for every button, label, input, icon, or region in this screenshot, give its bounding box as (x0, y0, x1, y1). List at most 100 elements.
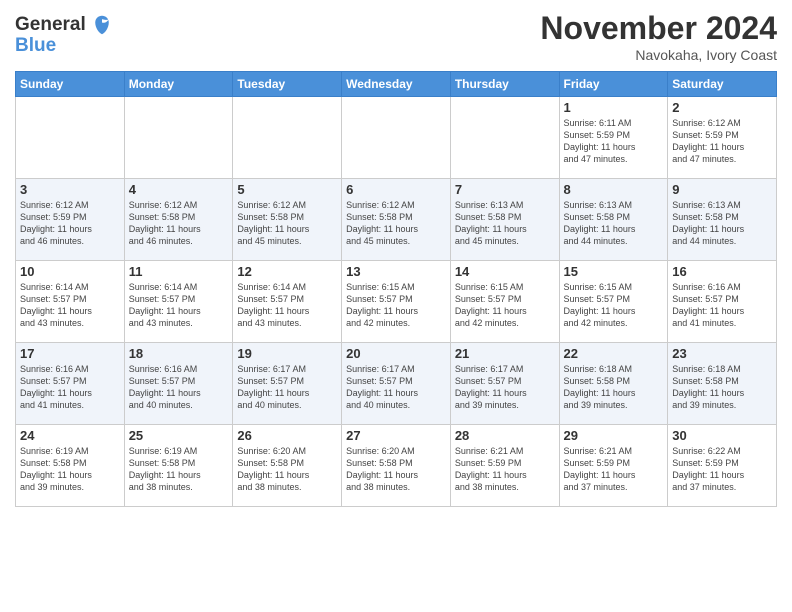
day-info: Sunrise: 6:15 AM Sunset: 5:57 PM Dayligh… (564, 281, 664, 330)
calendar-cell: 9 Sunrise: 6:13 AM Sunset: 5:58 PM Daylig… (668, 179, 777, 261)
logo-blue: Blue (15, 36, 111, 55)
calendar-week-1: 1Sunrise: 6:11 AM Sunset: 5:59 PM Daylig… (16, 97, 777, 179)
day-info: Sunrise: 6:13 AM Sunset: 5:58 PM Dayligh… (672, 199, 772, 248)
logo-general: General (15, 14, 86, 35)
day-number: 11 (129, 264, 229, 279)
day-number: 2 (672, 100, 772, 115)
day-info: Sunrise: 6:19 AM Sunset: 5:58 PM Dayligh… (20, 445, 120, 494)
day-info: Sunrise: 6:18 AM Sunset: 5:58 PM Dayligh… (672, 363, 772, 412)
calendar-cell (342, 97, 451, 179)
col-sunday: Sunday (16, 72, 125, 97)
day-info: Sunrise: 6:13 AM Sunset: 5:58 PM Dayligh… (564, 199, 664, 248)
col-friday: Friday (559, 72, 668, 97)
day-info: Sunrise: 6:21 AM Sunset: 5:59 PM Dayligh… (455, 445, 555, 494)
day-number: 14 (455, 264, 555, 279)
day-info: Sunrise: 6:18 AM Sunset: 5:58 PM Dayligh… (564, 363, 664, 412)
calendar-cell: 20 Sunrise: 6:17 AM Sunset: 5:57 PM Dayli… (342, 343, 451, 425)
calendar-cell (16, 97, 125, 179)
day-number: 3 (20, 182, 120, 197)
day-number: 9 (672, 182, 772, 197)
day-number: 7 (455, 182, 555, 197)
page-container: General Blue November 2024 Navokaha, Ivo… (0, 0, 792, 512)
calendar-cell: 23 Sunrise: 6:18 AM Sunset: 5:58 PM Dayli… (668, 343, 777, 425)
calendar-cell: 7 Sunrise: 6:13 AM Sunset: 5:58 PM Daylig… (450, 179, 559, 261)
day-number: 21 (455, 346, 555, 361)
calendar-cell: 8 Sunrise: 6:13 AM Sunset: 5:58 PM Daylig… (559, 179, 668, 261)
calendar-week-2: 3 Sunrise: 6:12 AM Sunset: 5:59 PM Daylig… (16, 179, 777, 261)
calendar-body: 1Sunrise: 6:11 AM Sunset: 5:59 PM Daylig… (16, 97, 777, 507)
calendar-cell: 12 Sunrise: 6:14 AM Sunset: 5:57 PM Dayli… (233, 261, 342, 343)
day-number: 19 (237, 346, 337, 361)
day-number: 12 (237, 264, 337, 279)
day-number: 13 (346, 264, 446, 279)
calendar-cell: 22 Sunrise: 6:18 AM Sunset: 5:58 PM Dayli… (559, 343, 668, 425)
calendar-cell: 6 Sunrise: 6:12 AM Sunset: 5:58 PM Daylig… (342, 179, 451, 261)
day-number: 26 (237, 428, 337, 443)
day-info: Sunrise: 6:14 AM Sunset: 5:57 PM Dayligh… (237, 281, 337, 330)
col-saturday: Saturday (668, 72, 777, 97)
day-info: Sunrise: 6:15 AM Sunset: 5:57 PM Dayligh… (346, 281, 446, 330)
day-number: 27 (346, 428, 446, 443)
calendar-cell: 21 Sunrise: 6:17 AM Sunset: 5:57 PM Dayli… (450, 343, 559, 425)
day-info: Sunrise: 6:14 AM Sunset: 5:57 PM Dayligh… (129, 281, 229, 330)
calendar-cell: 18 Sunrise: 6:16 AM Sunset: 5:57 PM Dayli… (124, 343, 233, 425)
day-info: Sunrise: 6:17 AM Sunset: 5:57 PM Dayligh… (455, 363, 555, 412)
calendar-cell: 19 Sunrise: 6:17 AM Sunset: 5:57 PM Dayli… (233, 343, 342, 425)
calendar-cell: 11 Sunrise: 6:14 AM Sunset: 5:57 PM Dayli… (124, 261, 233, 343)
header-row: Sunday Monday Tuesday Wednesday Thursday… (16, 72, 777, 97)
calendar-cell: 25Sunrise: 6:19 AM Sunset: 5:58 PM Dayli… (124, 425, 233, 507)
day-info: Sunrise: 6:12 AM Sunset: 5:58 PM Dayligh… (237, 199, 337, 248)
day-info: Sunrise: 6:20 AM Sunset: 5:58 PM Dayligh… (237, 445, 337, 494)
calendar-cell: 14Sunrise: 6:15 AM Sunset: 5:57 PM Dayli… (450, 261, 559, 343)
day-number: 29 (564, 428, 664, 443)
day-number: 18 (129, 346, 229, 361)
day-number: 28 (455, 428, 555, 443)
day-info: Sunrise: 6:16 AM Sunset: 5:57 PM Dayligh… (129, 363, 229, 412)
calendar-week-5: 24 Sunrise: 6:19 AM Sunset: 5:58 PM Dayli… (16, 425, 777, 507)
calendar-cell: 2Sunrise: 6:12 AM Sunset: 5:59 PM Daylig… (668, 97, 777, 179)
day-number: 6 (346, 182, 446, 197)
day-number: 30 (672, 428, 772, 443)
calendar-cell (124, 97, 233, 179)
calendar-week-4: 17 Sunrise: 6:16 AM Sunset: 5:57 PM Dayli… (16, 343, 777, 425)
calendar-cell (233, 97, 342, 179)
day-info: Sunrise: 6:11 AM Sunset: 5:59 PM Dayligh… (564, 117, 664, 166)
day-info: Sunrise: 6:13 AM Sunset: 5:58 PM Dayligh… (455, 199, 555, 248)
calendar-cell: 5 Sunrise: 6:12 AM Sunset: 5:58 PM Daylig… (233, 179, 342, 261)
calendar-cell: 10 Sunrise: 6:14 AM Sunset: 5:57 PM Dayli… (16, 261, 125, 343)
col-tuesday: Tuesday (233, 72, 342, 97)
day-number: 10 (20, 264, 120, 279)
day-info: Sunrise: 6:17 AM Sunset: 5:57 PM Dayligh… (237, 363, 337, 412)
day-number: 5 (237, 182, 337, 197)
calendar-cell: 29Sunrise: 6:21 AM Sunset: 5:59 PM Dayli… (559, 425, 668, 507)
day-number: 8 (564, 182, 664, 197)
location: Navokaha, Ivory Coast (540, 47, 777, 63)
calendar-cell: 17 Sunrise: 6:16 AM Sunset: 5:57 PM Dayli… (16, 343, 125, 425)
day-info: Sunrise: 6:16 AM Sunset: 5:57 PM Dayligh… (20, 363, 120, 412)
day-info: Sunrise: 6:19 AM Sunset: 5:58 PM Dayligh… (129, 445, 229, 494)
day-info: Sunrise: 6:12 AM Sunset: 5:58 PM Dayligh… (129, 199, 229, 248)
calendar-cell: 1Sunrise: 6:11 AM Sunset: 5:59 PM Daylig… (559, 97, 668, 179)
day-number: 17 (20, 346, 120, 361)
day-info: Sunrise: 6:12 AM Sunset: 5:58 PM Dayligh… (346, 199, 446, 248)
calendar-cell: 26 Sunrise: 6:20 AM Sunset: 5:58 PM Dayli… (233, 425, 342, 507)
col-monday: Monday (124, 72, 233, 97)
header: General Blue November 2024 Navokaha, Ivo… (15, 10, 777, 63)
day-info: Sunrise: 6:12 AM Sunset: 5:59 PM Dayligh… (20, 199, 120, 248)
calendar-cell: 30Sunrise: 6:22 AM Sunset: 5:59 PM Dayli… (668, 425, 777, 507)
calendar-cell: 15Sunrise: 6:15 AM Sunset: 5:57 PM Dayli… (559, 261, 668, 343)
day-number: 20 (346, 346, 446, 361)
day-number: 24 (20, 428, 120, 443)
calendar-cell: 3 Sunrise: 6:12 AM Sunset: 5:59 PM Daylig… (16, 179, 125, 261)
day-number: 23 (672, 346, 772, 361)
calendar-week-3: 10 Sunrise: 6:14 AM Sunset: 5:57 PM Dayli… (16, 261, 777, 343)
logo-bird-icon (93, 14, 111, 36)
calendar-cell: 24 Sunrise: 6:19 AM Sunset: 5:58 PM Dayli… (16, 425, 125, 507)
day-number: 22 (564, 346, 664, 361)
calendar-cell: 16Sunrise: 6:16 AM Sunset: 5:57 PM Dayli… (668, 261, 777, 343)
title-block: November 2024 Navokaha, Ivory Coast (540, 10, 777, 63)
day-number: 16 (672, 264, 772, 279)
calendar-table: Sunday Monday Tuesday Wednesday Thursday… (15, 71, 777, 507)
day-info: Sunrise: 6:17 AM Sunset: 5:57 PM Dayligh… (346, 363, 446, 412)
day-info: Sunrise: 6:14 AM Sunset: 5:57 PM Dayligh… (20, 281, 120, 330)
